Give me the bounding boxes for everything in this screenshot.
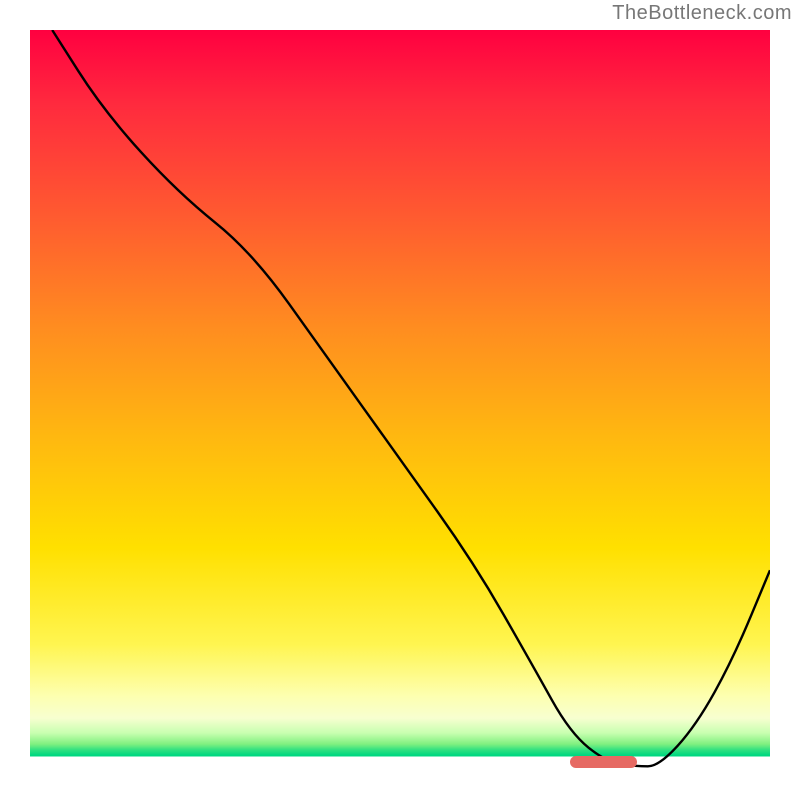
curve-path xyxy=(52,30,770,766)
curve-svg xyxy=(30,30,770,770)
optimal-marker xyxy=(570,756,637,768)
chart-container: TheBottleneck.com xyxy=(0,0,800,800)
watermark-text: TheBottleneck.com xyxy=(612,2,792,25)
plot-area xyxy=(30,30,770,770)
